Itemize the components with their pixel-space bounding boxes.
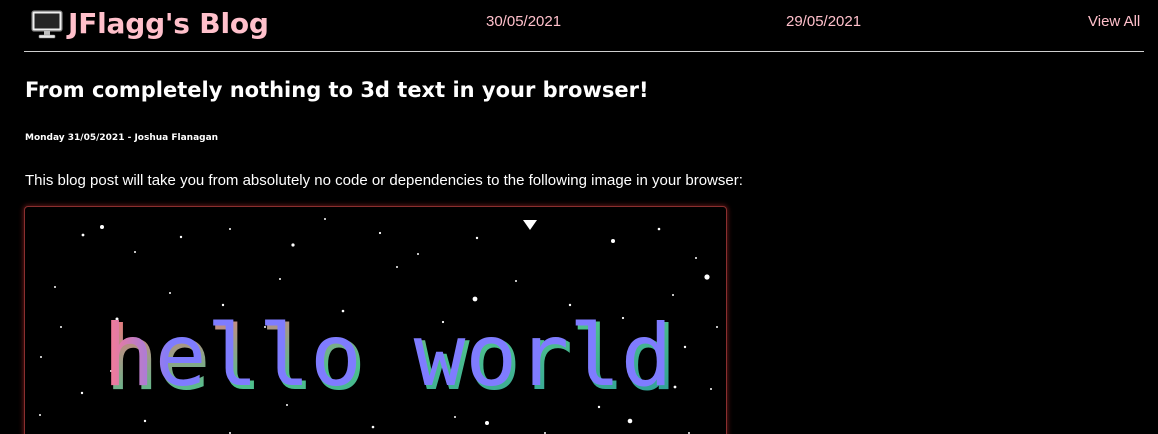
nav-link-29-05-2021[interactable]: 29/05/2021: [786, 13, 861, 31]
site-header: JFlagg's Blog 30/05/2021 29/05/2021 View…: [24, 0, 1144, 50]
header-divider: [24, 51, 1144, 52]
site-title: JFlagg's Blog: [68, 7, 269, 40]
post-intro: This blog post will take you from absolu…: [25, 172, 743, 189]
post-image: hello world hello world: [24, 206, 727, 434]
site-logo-link[interactable]: JFlagg's Blog: [30, 7, 269, 41]
nav-link-30-05-2021[interactable]: 30/05/2021: [486, 13, 561, 31]
hello-world-3d-face: hello world: [103, 306, 673, 406]
post-meta: Monday 31/05/2021 - Joshua Flanagan: [25, 133, 219, 143]
nav-link-view-all[interactable]: View All: [1088, 13, 1140, 31]
hello-world-3d-text: hello world hello world: [103, 306, 677, 410]
post-title: From completely nothing to 3d text in yo…: [25, 78, 649, 102]
monitor-icon: [30, 8, 64, 40]
